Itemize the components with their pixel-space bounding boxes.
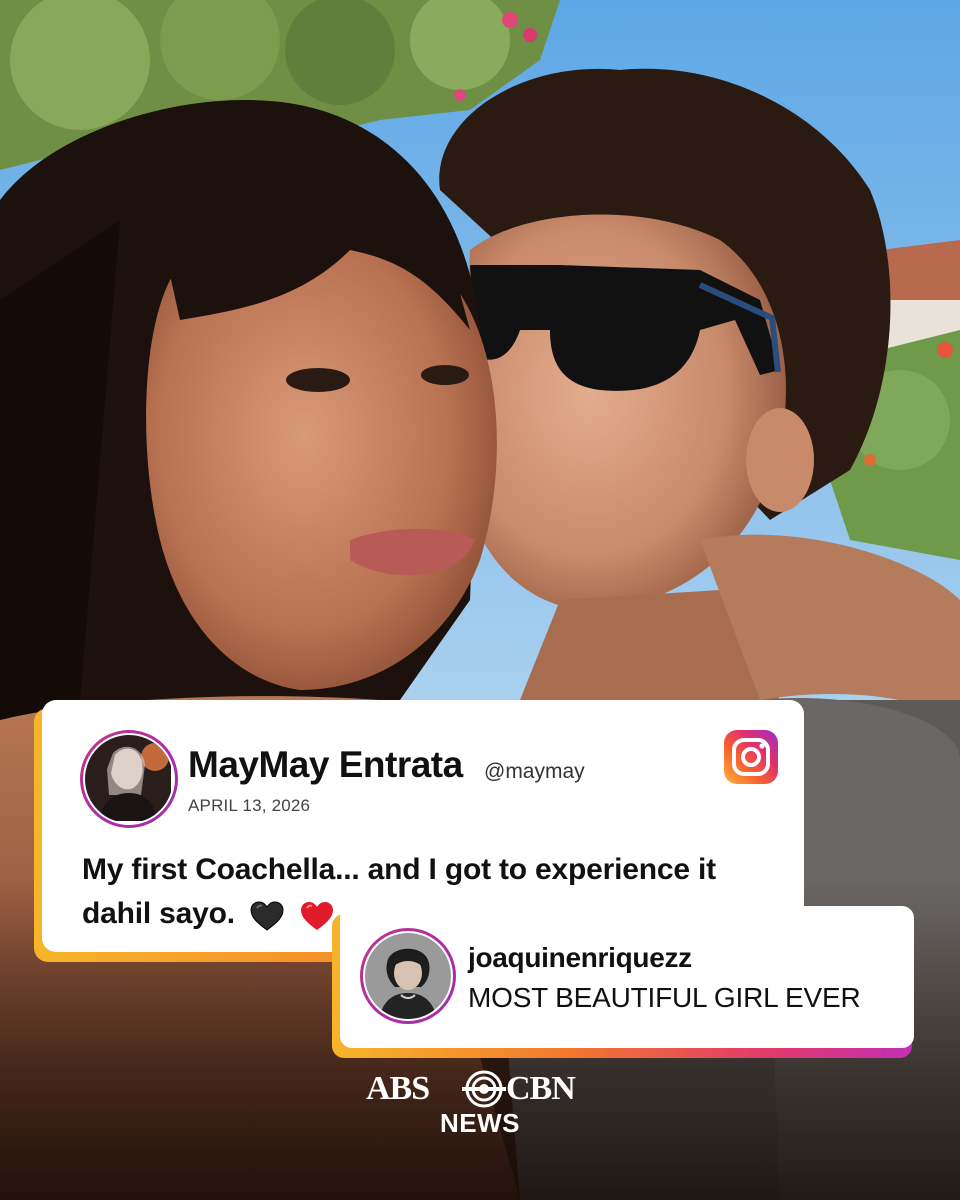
- logo-cbn-text: CBN: [506, 1070, 576, 1107]
- instagram-icon: [724, 730, 778, 784]
- red-heart-icon: [301, 902, 334, 931]
- post-author-handle[interactable]: @maymay: [484, 760, 585, 784]
- post-author-name[interactable]: MayMay Entrata: [188, 744, 463, 786]
- commenter-username[interactable]: joaquinenriquezz: [468, 942, 692, 974]
- abs-cbn-news-logo: ABS CBN NEWS: [366, 1070, 594, 1138]
- logo-abs-text: ABS: [366, 1070, 430, 1107]
- comment-card: joaquinenriquezz MOST BEAUTIFUL GIRL EVE…: [332, 906, 916, 1058]
- black-heart-icon: [250, 901, 284, 931]
- post-date: APRIL 13, 2026: [188, 796, 311, 815]
- commenter-avatar[interactable]: [360, 928, 456, 1024]
- logo-news-text: NEWS: [440, 1108, 520, 1138]
- logo-wordmark: ABS CBN: [366, 1070, 594, 1108]
- comment-card-body: joaquinenriquezz MOST BEAUTIFUL GIRL EVE…: [340, 906, 914, 1048]
- post-author-avatar[interactable]: [80, 730, 178, 828]
- emoji-group: [249, 893, 341, 937]
- abs-cbn-ball-icon: [462, 1070, 506, 1108]
- comment-text: MOST BEAUTIFUL GIRL EVER: [468, 982, 861, 1013]
